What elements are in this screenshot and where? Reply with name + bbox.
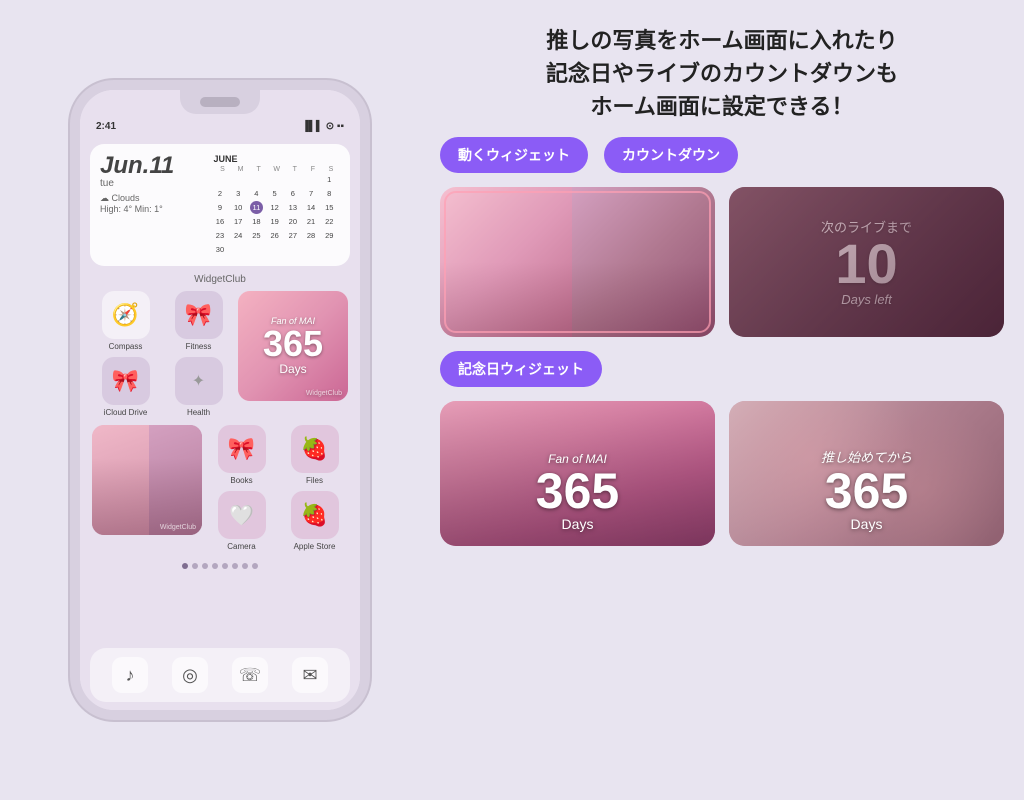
live-countdown-days: Days left <box>841 292 892 307</box>
calendar-days-grid: 1 2345678 9101112131415 16171819202122 2… <box>213 173 340 256</box>
compass-label: Compass <box>109 342 143 351</box>
compass-icon: 🧭 <box>102 291 150 339</box>
widgetclub-label-widget: WidgetClub <box>306 390 342 397</box>
health-icon: ✦ <box>175 357 223 405</box>
dock-music[interactable]: ♪ <box>112 657 148 693</box>
phone-mute-button <box>70 190 72 220</box>
ann-right-num: 365 <box>825 466 908 516</box>
countdown-badge[interactable]: カウントダウン <box>604 137 738 173</box>
ann-left-days: Days <box>562 516 594 532</box>
ann-right-days: Days <box>851 516 883 532</box>
app-icon-row-1: 🧭 Compass 🎀 Fitness 🎀 iCloud Drive ✦ Hea… <box>80 287 360 421</box>
dot-3 <box>202 563 208 569</box>
app-icon-row-2: WidgetClub 🎀 Books 🍓 Files 🤍 Camera <box>80 421 360 555</box>
anniversary-widget-left[interactable]: Fan of MAI 365 Days <box>440 401 715 546</box>
page-indicator <box>80 555 360 573</box>
phone-volume-down-button <box>70 282 72 326</box>
app-icon-camera[interactable]: 🤍 Camera <box>208 491 275 551</box>
photo-border-decoration <box>444 191 711 333</box>
books-icon: 🎀 <box>218 425 266 473</box>
phone-volume-up-button <box>70 230 72 274</box>
phone-dock: ♪ ◎ ☏ ✉ <box>90 648 350 702</box>
phone-notch <box>180 90 260 114</box>
anniversary-row: Fan of MAI 365 Days 推し始めてから 365 Days <box>440 401 1004 546</box>
app-icons-2x2-top: 🧭 Compass 🎀 Fitness 🎀 iCloud Drive ✦ Hea… <box>92 291 232 417</box>
dock-compass[interactable]: ◎ <box>172 657 208 693</box>
anniversary-widget-right[interactable]: 推し始めてから 365 Days <box>729 401 1004 546</box>
app-icon-books[interactable]: 🎀 Books <box>208 425 275 485</box>
app-icon-files[interactable]: 🍓 Files <box>281 425 348 485</box>
status-icons: ▐▌▌ ⊙ ▪▪ <box>302 121 344 132</box>
app-icon-fitness[interactable]: 🎀 Fitness <box>165 291 232 351</box>
live-countdown-number: 10 <box>835 236 897 292</box>
fitness-label: Fitness <box>186 342 212 351</box>
countdown-dark-content: 次のライブまで 10 Days left <box>729 187 1004 337</box>
phone-screen: 2:41 ▐▌▌ ⊙ ▪▪ Jun.11 tue ☁ Clouds High: … <box>80 90 360 710</box>
files-label: Files <box>306 476 323 485</box>
countdown-number: 365 <box>263 326 323 362</box>
calendar-date: Jun.11 <box>100 154 205 178</box>
dot-5 <box>222 563 228 569</box>
calendar-weather: ☁ Clouds High: 4° Min: 1° <box>100 193 205 214</box>
app-icon-icloud[interactable]: 🎀 iCloud Drive <box>92 357 159 417</box>
widget-previews-row: 次のライブまで 10 Days left <box>440 187 1004 337</box>
moving-widget-preview[interactable] <box>440 187 715 337</box>
phone-power-button <box>368 210 370 270</box>
dot-7 <box>242 563 248 569</box>
calendar-day: tue <box>100 178 205 189</box>
photo-widget-wc-label: WidgetClub <box>160 524 196 531</box>
dock-mail[interactable]: ✉ <box>292 657 328 693</box>
icloud-label: iCloud Drive <box>104 408 148 417</box>
dot-2 <box>192 563 198 569</box>
dot-1 <box>182 563 188 569</box>
status-bar: 2:41 ▐▌▌ ⊙ ▪▪ <box>80 116 360 136</box>
section-buttons-top: 動くウィジェット カウントダウン <box>440 137 1004 173</box>
calendar-right: JUNE SMTWTFS 1 2345678 9101112131415 161… <box>213 154 340 256</box>
hero-title: 推しの写真をホーム画面に入れたり 記念日やライブのカウントダウンも ホーム画面に… <box>440 24 1004 123</box>
app-icon-compass[interactable]: 🧭 Compass <box>92 291 159 351</box>
health-label: Health <box>187 408 210 417</box>
moving-widget-badge[interactable]: 動くウィジェット <box>440 137 588 173</box>
calendar-month: JUNE <box>213 154 340 164</box>
countdown-preview[interactable]: 次のライブまで 10 Days left <box>729 187 1004 337</box>
apple-store-label: Apple Store <box>294 542 336 551</box>
app-icon-apple-store[interactable]: 🍓 Apple Store <box>281 491 348 551</box>
phone-frame: 2:41 ▐▌▌ ⊙ ▪▪ Jun.11 tue ☁ Clouds High: … <box>70 80 370 720</box>
ann-right-content: 推し始めてから 365 Days <box>729 401 1004 546</box>
calendar-days-header: SMTWTFS <box>213 166 340 173</box>
dock-phone[interactable]: ☏ <box>232 657 268 693</box>
widgetclub-label: WidgetClub <box>80 270 360 287</box>
calendar-widget: Jun.11 tue ☁ Clouds High: 4° Min: 1° JUN… <box>90 144 350 266</box>
app-icon-health[interactable]: ✦ Health <box>165 357 232 417</box>
calendar-left: Jun.11 tue ☁ Clouds High: 4° Min: 1° <box>100 154 205 214</box>
anniversary-section: 記念日ウィジェット <box>440 351 1004 387</box>
books-label: Books <box>230 476 252 485</box>
files-icon: 🍓 <box>291 425 339 473</box>
camera-label: Camera <box>227 542 255 551</box>
phone-mockup: 2:41 ▐▌▌ ⊙ ▪▪ Jun.11 tue ☁ Clouds High: … <box>20 10 420 790</box>
photo-widget-main[interactable]: WidgetClub <box>92 425 202 535</box>
status-time: 2:41 <box>96 121 116 132</box>
right-panel: 推しの写真をホーム画面に入れたり 記念日やライブのカウントダウンも ホーム画面に… <box>420 0 1024 800</box>
app-icons-2x2-bottom: 🎀 Books 🍓 Files 🤍 Camera 🍓 Apple Store <box>208 425 348 551</box>
dot-6 <box>232 563 238 569</box>
fitness-icon: 🎀 <box>175 291 223 339</box>
countdown-days: Days <box>279 362 306 376</box>
camera-icon: 🤍 <box>218 491 266 539</box>
ann-left-content: Fan of MAI 365 Days <box>440 401 715 546</box>
icloud-icon: 🎀 <box>102 357 150 405</box>
dot-8 <box>252 563 258 569</box>
countdown-widget-big[interactable]: Fan of MAI 365 Days WidgetClub <box>238 291 348 401</box>
apple-store-icon: 🍓 <box>291 491 339 539</box>
ann-left-num: 365 <box>536 466 619 516</box>
dot-4 <box>212 563 218 569</box>
anniversary-badge[interactable]: 記念日ウィジェット <box>440 351 602 387</box>
